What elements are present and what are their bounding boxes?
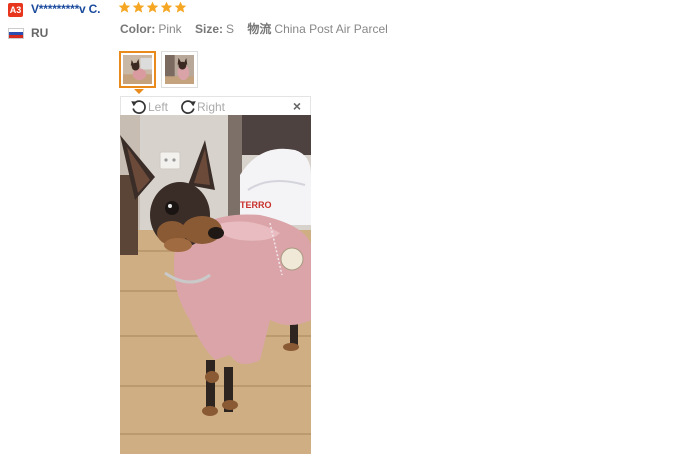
rating-stars <box>118 1 187 14</box>
star-icon <box>174 1 187 13</box>
star-icon <box>118 1 131 13</box>
rotate-left-label: Left <box>148 99 169 114</box>
shipping-label: 物流 <box>247 22 272 36</box>
rotate-right-button[interactable]: Right <box>179 98 225 115</box>
review-photo-thumbnail-1[interactable] <box>119 51 156 88</box>
star-icon <box>132 1 145 13</box>
rotate-left-icon <box>131 100 146 114</box>
russia-flag-icon <box>8 28 24 39</box>
review-photo-thumbnail-2[interactable] <box>161 51 198 88</box>
color-label: Color: <box>120 22 156 36</box>
dog-photo-thumbnail-image <box>165 55 194 84</box>
color-value: Pink <box>158 22 182 36</box>
review-photo-large: TERRO <box>120 115 311 454</box>
star-icon <box>160 1 173 13</box>
close-icon[interactable]: × <box>293 99 301 114</box>
size-value: S <box>226 22 235 36</box>
rotate-left-button[interactable]: Left <box>130 98 168 115</box>
star-icon <box>146 1 159 13</box>
rotate-right-icon <box>181 100 196 114</box>
shipping-value: China Post Air Parcel <box>274 22 388 36</box>
reviewer-country: RU <box>31 26 49 40</box>
rotate-right-label: Right <box>197 99 226 114</box>
reviewer-name: V*********v C. <box>31 2 101 16</box>
buyer-level-badge: A3 <box>8 3 23 17</box>
photo-viewer-toolbar: Left Right × <box>120 96 311 115</box>
size-label: Size: <box>195 22 224 36</box>
svg-text:TERRO: TERRO <box>240 200 272 210</box>
dog-photo-thumbnail-image <box>123 55 152 84</box>
order-attributes: Color: Pink Size: S 物流 China Post Air Parce… <box>120 22 398 36</box>
selected-thumbnail-pointer <box>134 89 144 94</box>
